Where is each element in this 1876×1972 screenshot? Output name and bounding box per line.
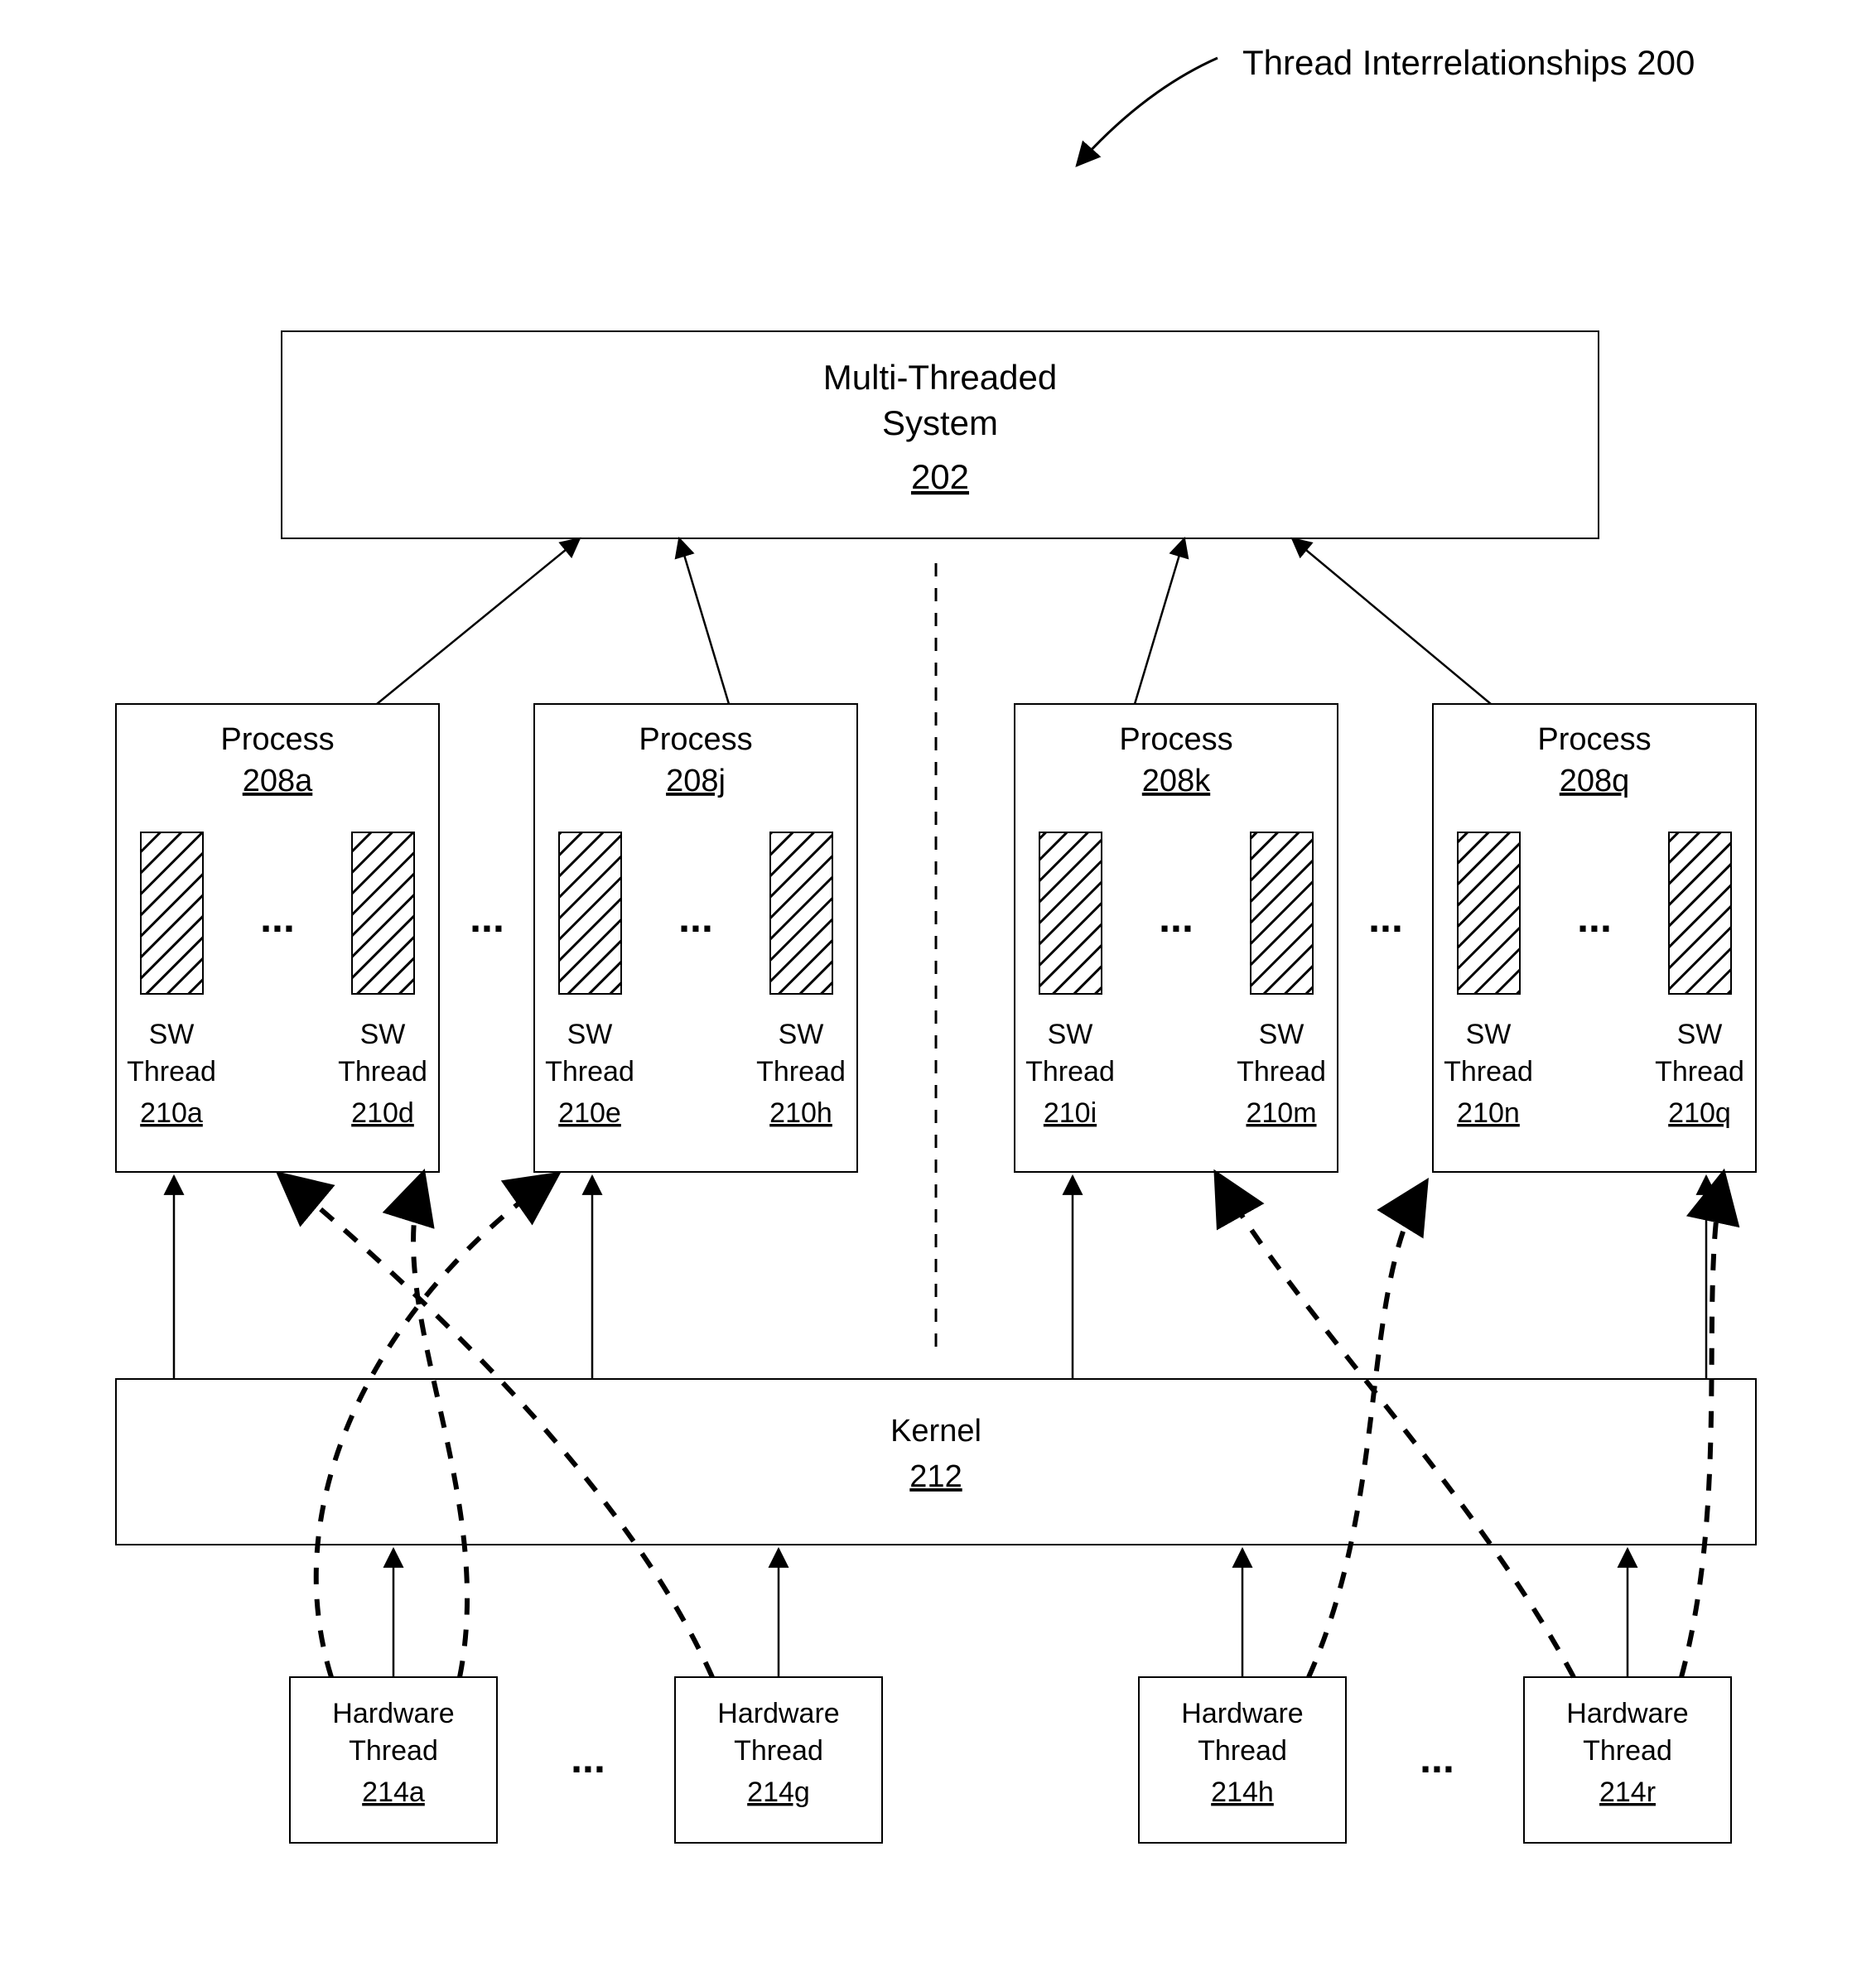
sw-line: SW xyxy=(149,1019,195,1050)
arrow-proc1-to-system xyxy=(377,538,580,704)
sw-ref: 210e xyxy=(558,1097,621,1129)
ellipsis-icon: ... xyxy=(1159,894,1194,941)
ellipsis-icon: ... xyxy=(678,894,713,941)
hw-ref: 214a xyxy=(362,1777,425,1808)
ellipsis-icon: ... xyxy=(470,894,504,941)
sw-line: SW xyxy=(567,1019,613,1050)
sw-thread-bar xyxy=(559,832,621,994)
sw-ref: 210n xyxy=(1457,1097,1520,1129)
process-ref: 208a xyxy=(243,764,313,798)
process-label: Process xyxy=(1537,722,1651,757)
sw-line: SW xyxy=(779,1019,824,1050)
sw-line: SW xyxy=(360,1019,406,1050)
arrow-proc2-to-system xyxy=(679,538,729,704)
ellipsis-icon: ... xyxy=(1368,894,1403,941)
sw-line: SW xyxy=(1466,1019,1512,1050)
ellipsis-icon: ... xyxy=(1420,1735,1454,1782)
hw-ref: 214r xyxy=(1599,1777,1656,1808)
sw-ref: 210m xyxy=(1246,1097,1316,1129)
sw-thread-bar xyxy=(1669,832,1731,994)
sw-line: Thread xyxy=(1025,1056,1115,1087)
sw-line: SW xyxy=(1048,1019,1093,1050)
sw-thread-bar xyxy=(1458,832,1520,994)
process-label: Process xyxy=(220,722,334,757)
sw-ref: 210h xyxy=(769,1097,832,1129)
sw-line: Thread xyxy=(1237,1056,1326,1087)
sw-thread-bar xyxy=(770,832,832,994)
caption-pointer xyxy=(1077,58,1218,166)
hw-ref: 214g xyxy=(747,1777,810,1808)
ellipsis-icon: ... xyxy=(1577,894,1612,941)
process-label: Process xyxy=(639,722,752,757)
arrow-proc4-to-system xyxy=(1292,538,1491,704)
process-ref: 208j xyxy=(666,764,726,798)
hw-line: Thread xyxy=(349,1735,438,1767)
arrow-proc3-to-system xyxy=(1135,538,1184,704)
sw-thread-bar xyxy=(1039,832,1102,994)
kernel-label: Kernel xyxy=(890,1414,981,1449)
ellipsis-icon: ... xyxy=(571,1735,605,1782)
sw-line: Thread xyxy=(756,1056,846,1087)
ellipsis-icon: ... xyxy=(260,894,295,941)
process-ref: 208k xyxy=(1142,764,1211,798)
sw-line: SW xyxy=(1259,1019,1305,1050)
hw-thread-214h: Hardware Thread 214h xyxy=(1139,1677,1346,1843)
sw-thread-bar xyxy=(1251,832,1313,994)
system-ref: 202 xyxy=(911,457,969,496)
sw-line: Thread xyxy=(127,1056,216,1087)
hw-line: Thread xyxy=(1583,1735,1672,1767)
sw-line: Thread xyxy=(338,1056,427,1087)
hw-line: Hardware xyxy=(332,1698,454,1729)
sw-ref: 210a xyxy=(140,1097,203,1129)
process-208k: Process 208k ... SW Thread 210i SW Threa… xyxy=(1015,704,1338,1172)
process-208a: Process 208a ... SW Thread 210a SW Threa… xyxy=(116,704,439,1172)
sw-line: Thread xyxy=(1444,1056,1533,1087)
sw-ref: 210d xyxy=(351,1097,414,1129)
hw-line: Hardware xyxy=(717,1698,839,1729)
hw-line: Hardware xyxy=(1181,1698,1303,1729)
caption: Thread Interrelationships 200 xyxy=(1242,43,1695,82)
process-ref: 208q xyxy=(1560,764,1630,798)
sw-ref: 210q xyxy=(1668,1097,1731,1129)
diagram: Thread Interrelationships 200 Multi-Thre… xyxy=(0,0,1876,1972)
hw-thread-214a: Hardware Thread 214a xyxy=(290,1677,497,1843)
sw-line: Thread xyxy=(545,1056,634,1087)
sw-thread-bar xyxy=(141,832,203,994)
process-208q: Process 208q ... SW Thread 210n SW Threa… xyxy=(1433,704,1756,1172)
system-line1: Multi-Threaded xyxy=(823,358,1057,397)
kernel-box: Kernel 212 xyxy=(116,1379,1756,1545)
hw-line: Thread xyxy=(1198,1735,1287,1767)
kernel-ref: 212 xyxy=(909,1459,962,1494)
multi-threaded-system-box: Multi-Threaded System 202 xyxy=(282,331,1599,538)
hw-line: Thread xyxy=(734,1735,823,1767)
sw-line: SW xyxy=(1677,1019,1723,1050)
sw-thread-bar xyxy=(352,832,414,994)
hw-line: Hardware xyxy=(1566,1698,1688,1729)
system-line2: System xyxy=(882,403,998,442)
process-label: Process xyxy=(1119,722,1232,757)
sw-line: Thread xyxy=(1655,1056,1744,1087)
hw-thread-214g: Hardware Thread 214g xyxy=(675,1677,882,1843)
hw-ref: 214h xyxy=(1211,1777,1274,1808)
process-208j: Process 208j ... SW Thread 210e SW Threa… xyxy=(534,704,857,1172)
hw-thread-214r: Hardware Thread 214r xyxy=(1524,1677,1731,1843)
sw-ref: 210i xyxy=(1044,1097,1097,1129)
